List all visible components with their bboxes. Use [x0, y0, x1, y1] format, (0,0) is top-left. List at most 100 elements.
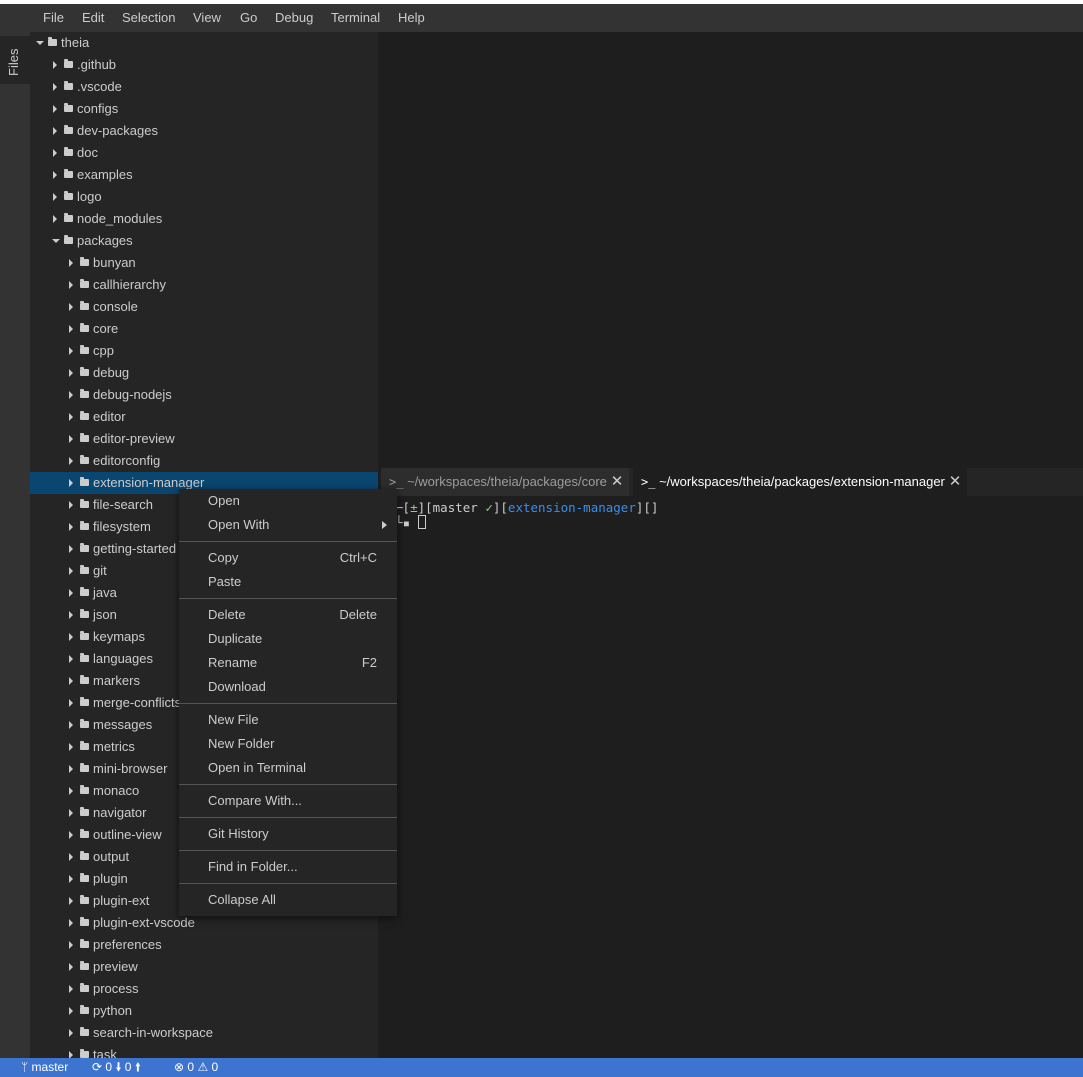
context-menu-item[interactable]: Find in Folder... — [179, 855, 397, 879]
tree-item[interactable]: bunyan — [30, 252, 378, 274]
chevron-right-icon[interactable] — [67, 890, 77, 912]
chevron-right-icon[interactable] — [67, 582, 77, 604]
chevron-right-icon[interactable] — [67, 802, 77, 824]
tree-item[interactable]: cpp — [30, 340, 378, 362]
context-menu-item[interactable]: Download — [179, 675, 397, 699]
chevron-right-icon[interactable] — [67, 538, 77, 560]
tree-item[interactable]: .vscode — [30, 76, 378, 98]
close-icon[interactable]: ✕ — [609, 468, 625, 496]
chevron-right-icon[interactable] — [67, 406, 77, 428]
chevron-right-icon[interactable] — [67, 516, 77, 538]
chevron-right-icon[interactable] — [67, 846, 77, 868]
menu-file[interactable]: File — [43, 4, 64, 32]
chevron-right-icon[interactable] — [67, 362, 77, 384]
tree-item[interactable]: dev-packages — [30, 120, 378, 142]
chevron-right-icon[interactable] — [67, 296, 77, 318]
context-menu-item[interactable]: Rename F2 — [179, 651, 397, 675]
chevron-right-icon[interactable] — [67, 252, 77, 274]
chevron-right-icon[interactable] — [51, 208, 61, 230]
chevron-right-icon[interactable] — [67, 934, 77, 956]
chevron-right-icon[interactable] — [51, 54, 61, 76]
chevron-right-icon[interactable] — [67, 604, 77, 626]
menu-debug[interactable]: Debug — [275, 4, 313, 32]
chevron-right-icon[interactable] — [67, 780, 77, 802]
chevron-down-icon[interactable] — [35, 32, 45, 54]
tree-item[interactable]: editor-preview — [30, 428, 378, 450]
context-menu-item[interactable]: Copy Ctrl+C — [179, 546, 397, 570]
context-menu-item[interactable]: Delete Delete — [179, 603, 397, 627]
chevron-right-icon[interactable] — [67, 560, 77, 582]
close-icon[interactable]: ✕ — [947, 468, 963, 496]
tree-item[interactable]: debug — [30, 362, 378, 384]
tree-item[interactable]: node_modules — [30, 208, 378, 230]
chevron-right-icon[interactable] — [67, 868, 77, 890]
tree-item[interactable]: callhierarchy — [30, 274, 378, 296]
sync-indicator[interactable]: ⟳ 0 🠛 0 🠙 — [92, 1058, 141, 1077]
tree-item[interactable]: console — [30, 296, 378, 318]
tree-item[interactable]: preview — [30, 956, 378, 978]
chevron-right-icon[interactable] — [67, 978, 77, 1000]
chevron-right-icon[interactable] — [67, 824, 77, 846]
tree-item[interactable]: preferences — [30, 934, 378, 956]
chevron-right-icon[interactable] — [51, 120, 61, 142]
context-menu-item[interactable]: Compare With... — [179, 789, 397, 813]
chevron-right-icon[interactable] — [67, 340, 77, 362]
menu-terminal[interactable]: Terminal — [331, 4, 380, 32]
branch-indicator[interactable]: ᛘ master — [21, 1058, 68, 1077]
chevron-right-icon[interactable] — [67, 1022, 77, 1044]
tree-item[interactable]: packages — [30, 230, 378, 252]
chevron-down-icon[interactable] — [51, 230, 61, 252]
tree-item[interactable]: theia — [30, 32, 378, 54]
chevron-right-icon[interactable] — [67, 1044, 77, 1058]
menu-edit[interactable]: Edit — [82, 4, 104, 32]
tree-item[interactable]: task — [30, 1044, 378, 1058]
chevron-right-icon[interactable] — [67, 670, 77, 692]
tree-item[interactable]: examples — [30, 164, 378, 186]
chevron-right-icon[interactable] — [67, 956, 77, 978]
chevron-right-icon[interactable] — [67, 472, 77, 494]
chevron-right-icon[interactable] — [67, 384, 77, 406]
chevron-right-icon[interactable] — [51, 98, 61, 120]
tree-item[interactable]: core — [30, 318, 378, 340]
chevron-right-icon[interactable] — [67, 494, 77, 516]
chevron-right-icon[interactable] — [67, 318, 77, 340]
context-menu-item[interactable]: Open — [179, 489, 397, 513]
tree-item[interactable]: process — [30, 978, 378, 1000]
context-menu-item[interactable]: Paste — [179, 570, 397, 594]
context-menu-item[interactable]: Duplicate — [179, 627, 397, 651]
tree-item[interactable]: .github — [30, 54, 378, 76]
context-menu-item[interactable]: Git History — [179, 822, 397, 846]
chevron-right-icon[interactable] — [67, 626, 77, 648]
context-menu-item[interactable]: Open With — [179, 513, 397, 537]
chevron-right-icon[interactable] — [67, 428, 77, 450]
chevron-right-icon[interactable] — [67, 714, 77, 736]
files-view-tab[interactable]: Files — [0, 36, 30, 84]
tree-item[interactable]: search-in-workspace — [30, 1022, 378, 1044]
chevron-right-icon[interactable] — [67, 736, 77, 758]
chevron-right-icon[interactable] — [67, 648, 77, 670]
tree-item[interactable]: python — [30, 1000, 378, 1022]
chevron-right-icon[interactable] — [67, 450, 77, 472]
problems-indicator[interactable]: ⊗ 0 ⚠ 0 — [174, 1058, 218, 1077]
tree-item[interactable]: editor — [30, 406, 378, 428]
context-menu-item[interactable]: Collapse All — [179, 888, 397, 912]
menu-view[interactable]: View — [193, 4, 221, 32]
context-menu-item[interactable]: Open in Terminal — [179, 756, 397, 780]
chevron-right-icon[interactable] — [67, 912, 77, 934]
tree-item[interactable]: logo — [30, 186, 378, 208]
menu-selection[interactable]: Selection — [122, 4, 175, 32]
menu-help[interactable]: Help — [398, 4, 425, 32]
menu-go[interactable]: Go — [240, 4, 257, 32]
chevron-right-icon[interactable] — [51, 186, 61, 208]
chevron-right-icon[interactable] — [67, 758, 77, 780]
terminal-tab-extension-manager[interactable]: >_ ~/workspaces/theia/packages/extension… — [633, 468, 967, 496]
chevron-right-icon[interactable] — [67, 1000, 77, 1022]
tree-item[interactable]: debug-nodejs — [30, 384, 378, 406]
chevron-right-icon[interactable] — [67, 692, 77, 714]
chevron-right-icon[interactable] — [67, 274, 77, 296]
context-menu-item[interactable]: New Folder — [179, 732, 397, 756]
chevron-right-icon[interactable] — [51, 76, 61, 98]
terminal-output[interactable]: ─[±][master ✓][extension-manager][] └▪ — [395, 500, 658, 530]
tree-item[interactable]: doc — [30, 142, 378, 164]
context-menu-item[interactable]: New File — [179, 708, 397, 732]
